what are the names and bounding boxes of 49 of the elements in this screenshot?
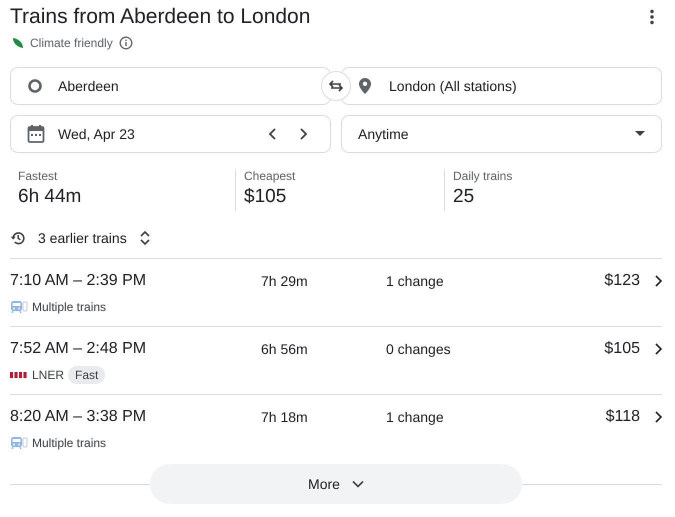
- train-icon: [10, 300, 28, 314]
- next-date-icon[interactable]: [298, 127, 308, 141]
- trip-times: 7:10 AM – 2:39 PM: [10, 272, 148, 290]
- trip-changes: 1 change: [386, 409, 445, 425]
- page-title: Trains from Aberdeen to London: [10, 5, 310, 29]
- operator-name: Multiple trains: [32, 300, 106, 314]
- train-icon: [10, 436, 28, 450]
- info-icon[interactable]: [118, 36, 133, 50]
- chevron-right-icon[interactable]: [654, 275, 662, 287]
- swap-button[interactable]: [321, 71, 351, 101]
- origin-circle-icon: [27, 78, 43, 94]
- calendar-icon[interactable]: [27, 124, 45, 144]
- trip-duration: 6h 56m: [261, 341, 309, 357]
- trip-price: $118: [606, 408, 640, 426]
- stat-value: 25: [453, 186, 476, 208]
- trip-price: $123: [604, 272, 640, 290]
- date-field[interactable]: Wed, Apr 23: [10, 115, 331, 153]
- trip-duration: 7h 18m: [261, 409, 309, 425]
- history-icon: [10, 230, 26, 246]
- swap-icon: [329, 80, 343, 92]
- trip-price: $105: [604, 340, 640, 358]
- trip-duration: 7h 29m: [261, 273, 309, 289]
- stat-value: 6h 44m: [18, 186, 82, 208]
- leaf-icon: [12, 37, 24, 49]
- origin-field[interactable]: Aberdeen: [10, 67, 331, 105]
- stat-label: Daily trains: [453, 169, 514, 183]
- stat-value: $105: [244, 186, 288, 208]
- stat-label: Fastest: [18, 169, 58, 183]
- location-pin-icon: [358, 77, 372, 95]
- dropdown-caret-icon[interactable]: [635, 131, 645, 137]
- time-dropdown[interactable]: Anytime: [341, 115, 662, 153]
- expand-collapse-icon[interactable]: [138, 230, 151, 246]
- operator-name: Multiple trains: [32, 436, 106, 450]
- tag: Fast: [68, 366, 106, 384]
- climate-label: Climate friendly: [30, 36, 113, 50]
- more-button[interactable]: More: [150, 464, 522, 504]
- chevron-right-icon[interactable]: [654, 343, 662, 355]
- trip-times: 8:20 AM – 3:38 PM: [10, 408, 148, 426]
- chevron-down-icon: [352, 480, 364, 488]
- operator-name: LNER: [32, 368, 64, 382]
- operator-logo-icon: [10, 371, 28, 379]
- trip-times: 7:52 AM – 2:48 PM: [10, 340, 148, 358]
- trip-changes: 1 change: [386, 273, 445, 289]
- chevron-right-icon[interactable]: [654, 411, 662, 423]
- trip-changes: 0 changes: [386, 341, 452, 357]
- stat-label: Cheapest: [244, 169, 296, 183]
- destination-field[interactable]: London (All stations): [341, 67, 662, 105]
- earlier-trains-toggle[interactable]: 3 earlier trains: [38, 230, 127, 246]
- previous-date-icon[interactable]: [268, 127, 278, 141]
